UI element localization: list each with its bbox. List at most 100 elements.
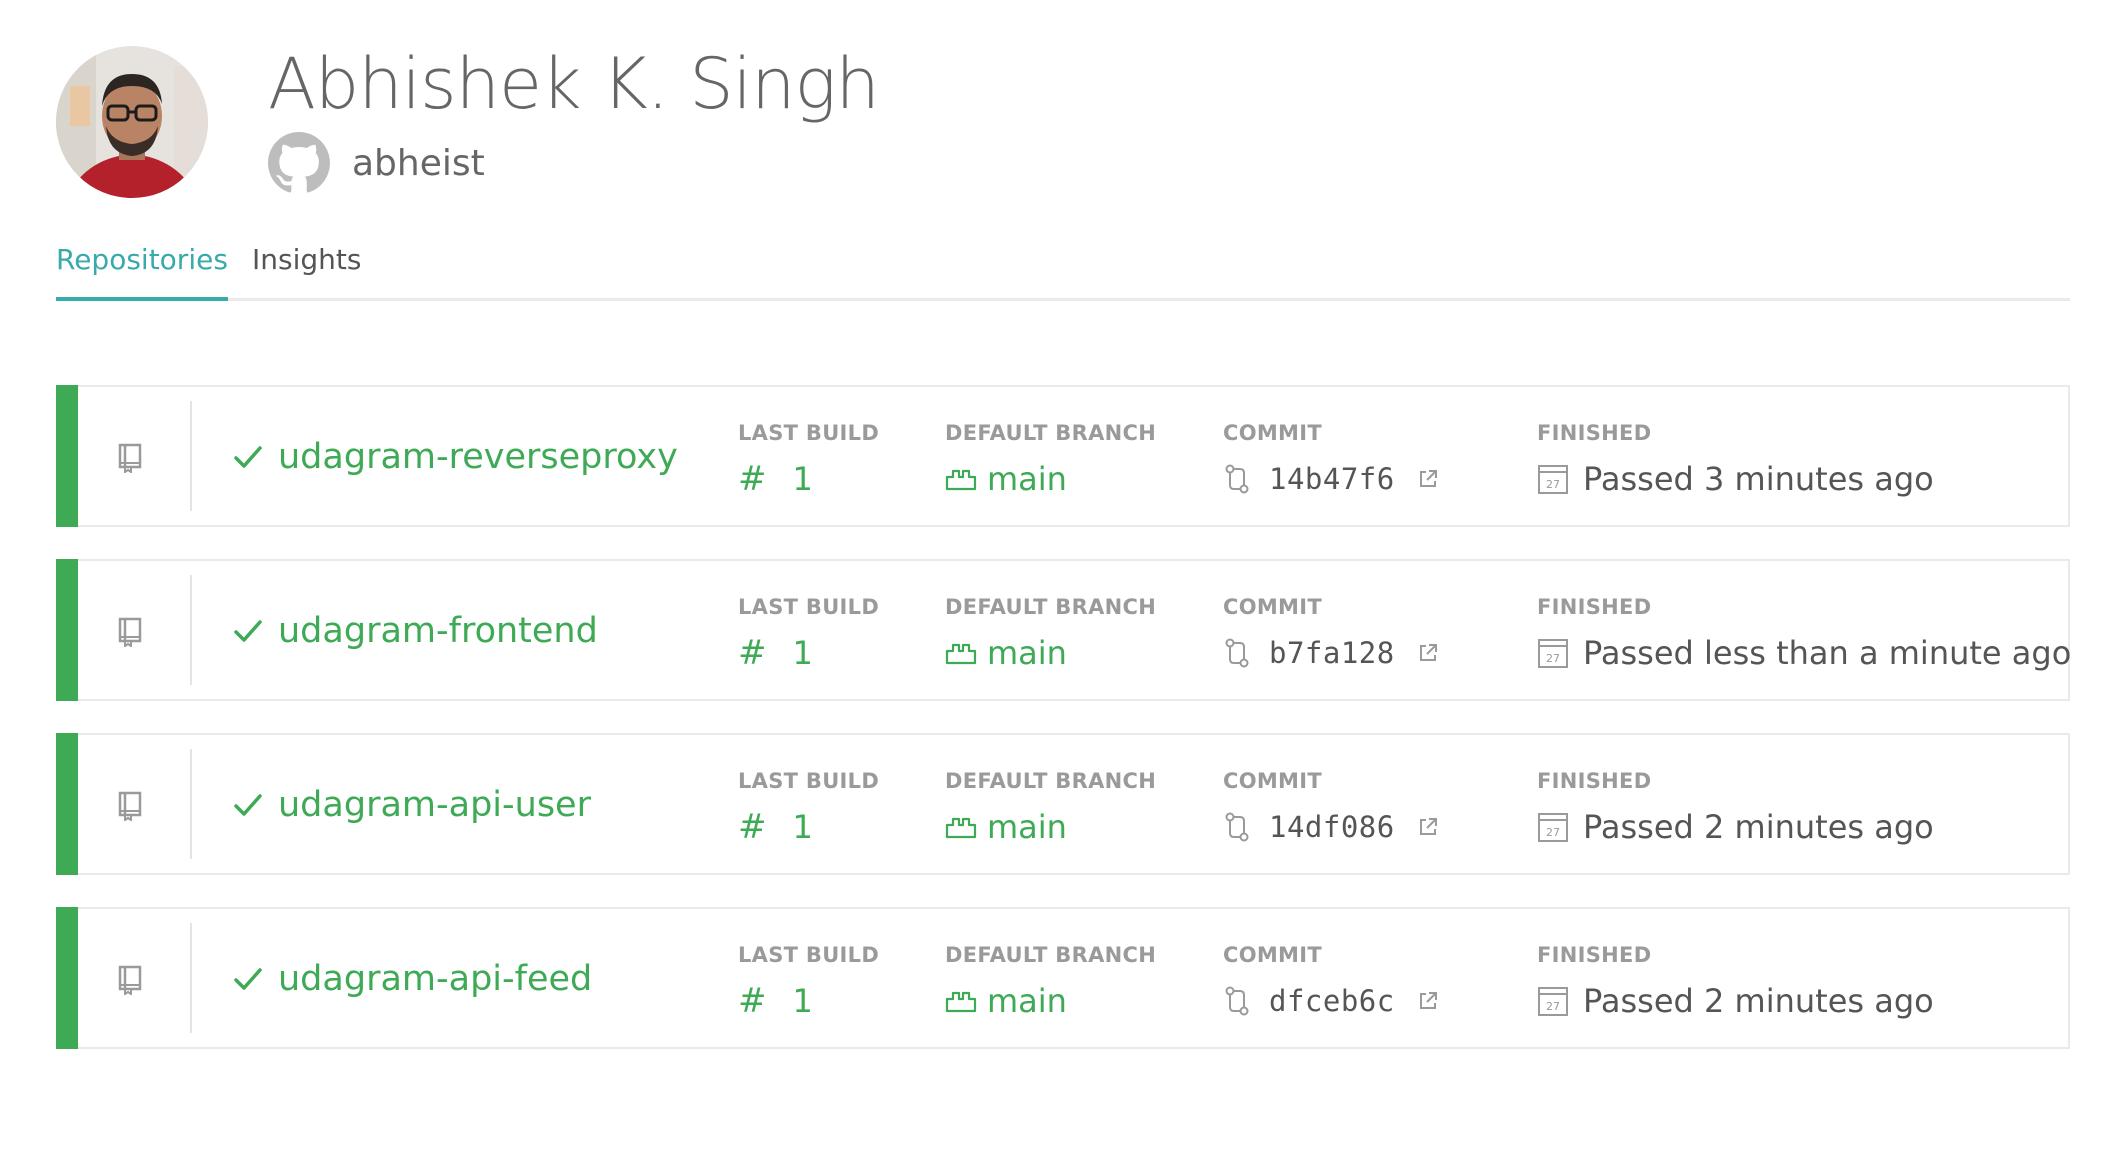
last-build-link[interactable]: # 1 [738,631,879,675]
check-icon [234,446,262,468]
status-bar-passed [56,907,78,1049]
last-build-label: LAST BUILD [738,421,880,445]
commit-icon [1225,812,1249,842]
tab-repositories[interactable]: Repositories [56,238,228,301]
commit-sha: dfceb6c [1269,984,1395,1018]
default-branch-column: DEFAULT BRANCH main [945,943,1156,1023]
repo-card[interactable]: udagram-frontend LAST BUILD # 1 DEFAULT … [56,559,2071,701]
finished-label: FINISHED [1537,769,1652,793]
last-build-link[interactable]: # 1 [738,979,879,1023]
avatar-image [56,46,208,198]
avatar [56,46,208,198]
commit-icon [1225,464,1249,494]
last-build-label: LAST BUILD [738,595,880,619]
finished-column: FINISHED 27 Passed 2 minutes ago [1537,943,1934,1023]
commit-sha: b7fa128 [1269,636,1395,670]
build-number: 1 [792,808,813,846]
finished-column: FINISHED 27 Passed 3 minutes ago [1537,421,1934,501]
finished-label: FINISHED [1537,595,1652,619]
commit-sha: 14b47f6 [1269,462,1395,496]
github-account[interactable]: abheist [268,130,485,196]
last-build-column: LAST BUILD # 1 [738,421,879,501]
last-build-link[interactable]: # 1 [738,457,879,501]
finished-column: FINISHED 27 Passed 2 minutes ago [1537,769,1934,849]
repo-name-link[interactable]: udagram-api-feed [232,955,592,1003]
repo-name-link[interactable]: udagram-api-user [232,781,591,829]
last-build-label: LAST BUILD [738,943,880,967]
repo-icon [118,965,142,995]
check-icon [234,968,262,990]
hash-icon: # [738,633,767,673]
branch-name: main [987,808,1067,846]
repository-list: udagram-reverseproxy LAST BUILD # 1 DEFA… [56,385,2071,1081]
branch-link[interactable]: main [945,805,1156,849]
branch-name: main [987,460,1067,498]
repo-name: udagram-api-user [278,785,591,825]
branch-icon [945,643,977,665]
svg-text:27: 27 [1546,478,1560,491]
commit-sha: 14df086 [1269,810,1395,844]
repo-icon [118,443,142,473]
check-icon [234,620,262,642]
finished-status: Passed less than a minute ago [1583,634,2072,672]
profile-name: Abhishek K. Singh [268,43,880,125]
build-number: 1 [792,460,813,498]
default-branch-label: DEFAULT BRANCH [945,595,1157,619]
commit-column: COMMIT b7fa128 [1223,595,1439,675]
branch-link[interactable]: main [945,457,1156,501]
default-branch-label: DEFAULT BRANCH [945,421,1157,445]
commit-column: COMMIT dfceb6c [1223,943,1439,1023]
commit-label: COMMIT [1223,769,1322,793]
svg-text:27: 27 [1546,826,1560,839]
last-build-column: LAST BUILD # 1 [738,595,879,675]
build-number: 1 [792,634,813,672]
repo-name: udagram-frontend [278,611,598,651]
check-icon [234,794,262,816]
last-build-label: LAST BUILD [738,769,880,793]
github-icon [268,132,330,193]
repo-name-link[interactable]: udagram-reverseproxy [232,433,678,481]
hash-icon: # [738,459,767,499]
repo-name: udagram-reverseproxy [278,437,678,477]
calendar-icon: 27 [1538,987,1568,1016]
finished-status: Passed 2 minutes ago [1583,982,1934,1020]
default-branch-column: DEFAULT BRANCH main [945,421,1156,501]
repo-name: udagram-api-feed [278,959,593,999]
finished-column: FINISHED 27 Passed less than a minute ag… [1537,595,2071,675]
repo-icon [118,617,142,647]
divider [190,749,192,859]
finished-status: Passed 3 minutes ago [1583,460,1934,498]
calendar-icon: 27 [1538,813,1568,842]
repo-name-link[interactable]: udagram-frontend [232,607,598,655]
hash-icon: # [738,981,767,1021]
divider [190,401,192,511]
github-username: abheist [352,142,485,184]
external-link-icon[interactable] [1417,642,1439,664]
default-branch-label: DEFAULT BRANCH [945,943,1157,967]
repo-card[interactable]: udagram-api-feed LAST BUILD # 1 DEFAULT … [56,907,2070,1049]
branch-icon [945,817,977,839]
build-number: 1 [792,982,813,1020]
divider [190,923,192,1033]
commit-label: COMMIT [1223,421,1322,445]
branch-link[interactable]: main [945,979,1156,1023]
default-branch-label: DEFAULT BRANCH [945,769,1157,793]
external-link-icon[interactable] [1417,816,1439,838]
branch-icon [945,991,977,1013]
last-build-link[interactable]: # 1 [738,805,879,849]
commit-label: COMMIT [1223,943,1322,967]
finished-status: Passed 2 minutes ago [1583,808,1934,846]
branch-name: main [987,982,1067,1020]
commit-icon [1225,986,1249,1016]
external-link-icon[interactable] [1417,990,1439,1012]
calendar-icon: 27 [1538,465,1568,494]
repo-card[interactable]: udagram-reverseproxy LAST BUILD # 1 DEFA… [56,385,2070,527]
last-build-column: LAST BUILD # 1 [738,943,879,1023]
branch-name: main [987,634,1067,672]
calendar-icon: 27 [1538,639,1568,668]
tab-insights[interactable]: Insights [252,238,361,298]
commit-column: COMMIT 14b47f6 [1223,421,1439,501]
repo-card[interactable]: udagram-api-user LAST BUILD # 1 DEFAULT … [56,733,2070,875]
external-link-icon[interactable] [1417,468,1439,490]
branch-link[interactable]: main [945,631,1156,675]
